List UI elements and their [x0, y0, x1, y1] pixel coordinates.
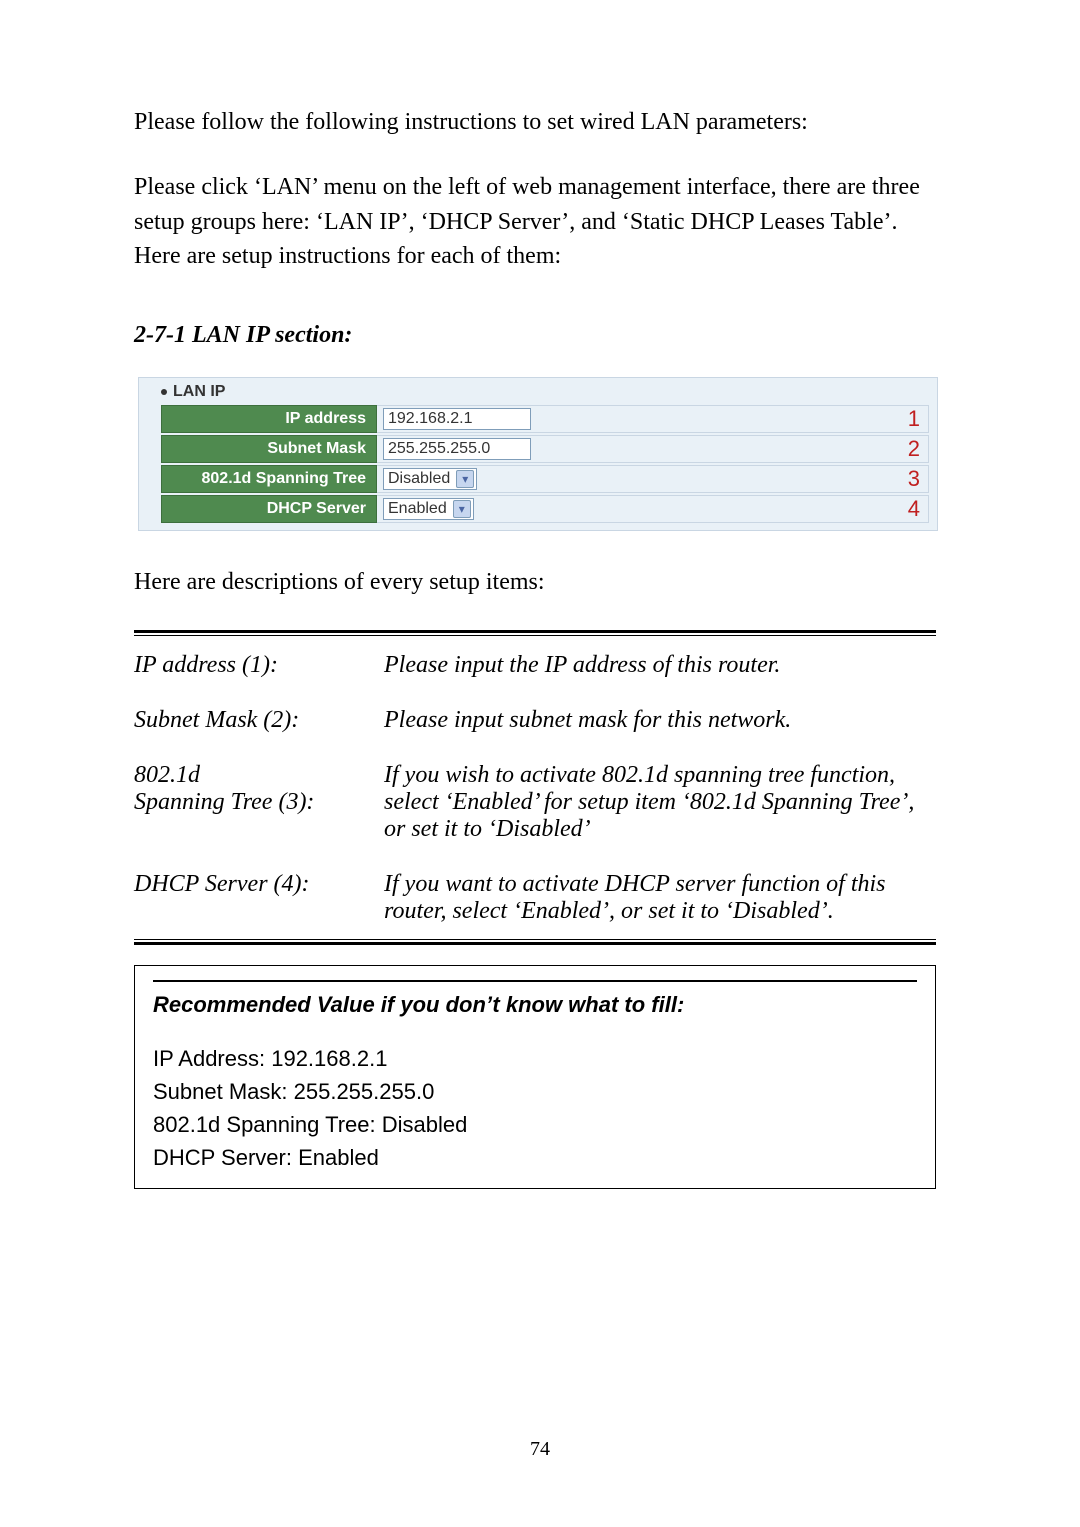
descriptions-table: IP address (1): Please input the IP addr…: [134, 630, 936, 945]
desc-term-stp: 802.1d Spanning Tree (3):: [134, 748, 384, 857]
label-ip-address: IP address: [161, 405, 377, 433]
dhcp-server-select[interactable]: Enabled ▾: [383, 498, 474, 520]
lan-row-spanning-tree: 802.1d Spanning Tree Disabled ▾ 3: [161, 465, 929, 493]
chevron-down-icon: ▾: [456, 470, 474, 488]
label-subnet-mask: Subnet Mask: [161, 435, 377, 463]
dhcp-server-value: Enabled: [388, 500, 447, 518]
row-number-3: 3: [900, 466, 920, 492]
row-number-4: 4: [900, 496, 920, 522]
spanning-tree-value: Disabled: [388, 470, 450, 488]
desc-def-stp: If you wish to activate 802.1d spanning …: [384, 748, 936, 857]
desc-def-ip: Please input the IP address of this rout…: [384, 638, 936, 693]
recommend-dhcp: DHCP Server: Enabled: [153, 1141, 917, 1174]
desc-def-dhcp: If you want to activate DHCP server func…: [384, 857, 936, 939]
table-top-rule-thick: [134, 630, 936, 633]
lan-ip-title-text: LAN IP: [173, 383, 225, 400]
subnet-mask-input[interactable]: [383, 438, 531, 460]
spanning-tree-select[interactable]: Disabled ▾: [383, 468, 477, 490]
ip-address-input[interactable]: [383, 408, 531, 430]
table-top-rule-thin: [134, 635, 936, 636]
lan-row-ip: IP address 1: [161, 405, 929, 433]
lan-ip-panel-title: LAN IP: [161, 383, 929, 401]
recommend-title: Recommended Value if you don’t know what…: [153, 980, 917, 1018]
recommend-ip: IP Address: 192.168.2.1: [153, 1042, 917, 1075]
desc-term-subnet: Subnet Mask (2):: [134, 693, 384, 748]
lan-row-dhcp-server: DHCP Server Enabled ▾ 4: [161, 495, 929, 523]
row-number-1: 1: [900, 406, 920, 432]
desc-row-subnet: Subnet Mask (2): Please input subnet mas…: [134, 693, 936, 748]
section-heading-lan-ip: 2-7-1 LAN IP section:: [134, 322, 946, 349]
page-number: 74: [0, 1438, 1080, 1461]
desc-row-stp: 802.1d Spanning Tree (3): If you wish to…: [134, 748, 936, 857]
desc-term-dhcp: DHCP Server (4):: [134, 857, 384, 939]
table-bottom-rule-thick: [134, 942, 936, 945]
desc-term-ip: IP address (1):: [134, 638, 384, 693]
row-number-2: 2: [900, 436, 920, 462]
desc-row-dhcp: DHCP Server (4): If you want to activate…: [134, 857, 936, 939]
recommend-mask: Subnet Mask: 255.255.255.0: [153, 1075, 917, 1108]
label-spanning-tree: 802.1d Spanning Tree: [161, 465, 377, 493]
label-dhcp-server: DHCP Server: [161, 495, 377, 523]
lan-row-subnet: Subnet Mask 2: [161, 435, 929, 463]
recommend-stp: 802.1d Spanning Tree: Disabled: [153, 1108, 917, 1141]
bullet-icon: [161, 389, 167, 395]
recommended-values-box: Recommended Value if you don’t know what…: [134, 965, 936, 1189]
desc-def-subnet: Please input subnet mask for this networ…: [384, 693, 936, 748]
desc-lead-text: Here are descriptions of every setup ite…: [134, 565, 946, 600]
desc-row-ip: IP address (1): Please input the IP addr…: [134, 638, 936, 693]
lan-ip-panel: LAN IP IP address 1 Subnet Mask 2 802.1d…: [138, 377, 938, 531]
table-bottom-rule-thin: [134, 939, 936, 940]
chevron-down-icon: ▾: [453, 500, 471, 518]
paragraph-intro-2: Please click ‘LAN’ menu on the left of w…: [134, 170, 946, 274]
paragraph-intro-1: Please follow the following instructions…: [134, 105, 946, 140]
